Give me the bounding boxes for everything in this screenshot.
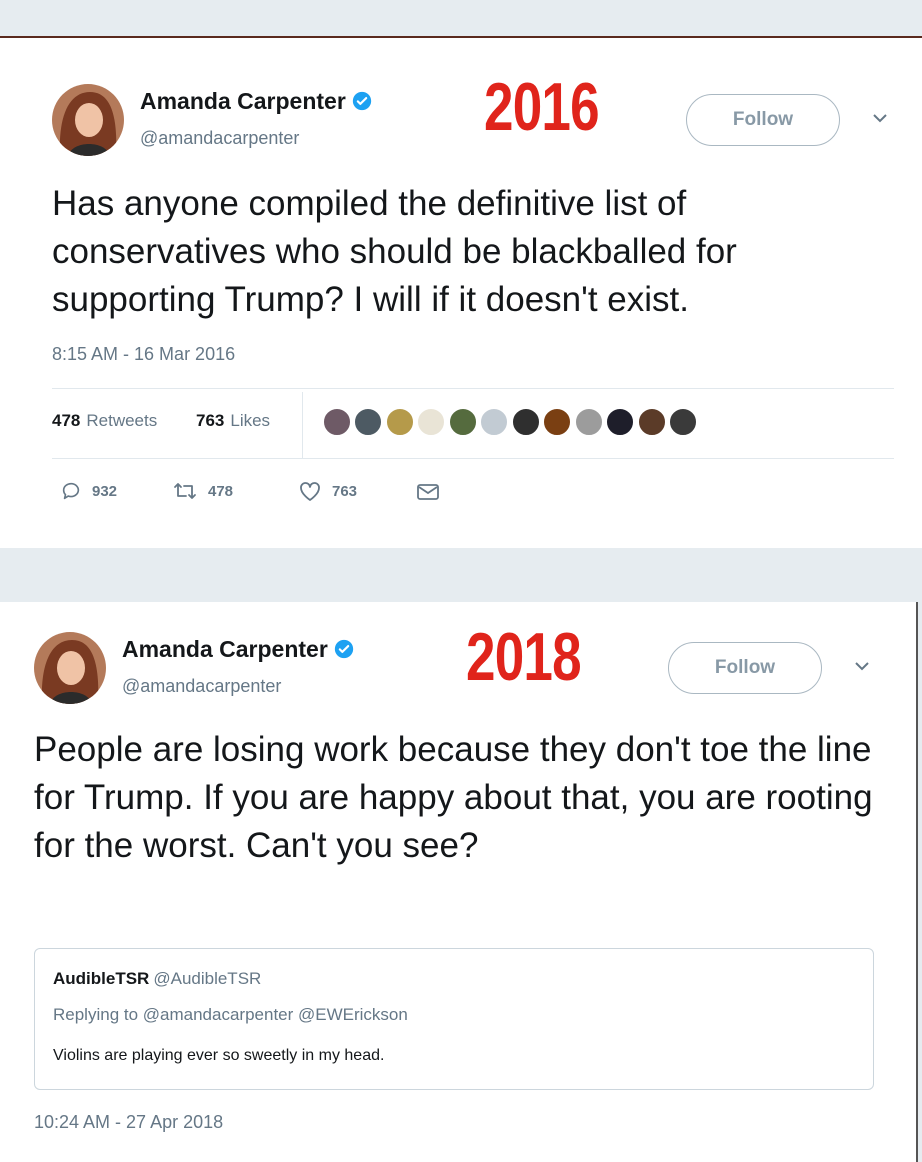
chevron-down-icon[interactable] xyxy=(852,660,872,672)
verified-badge-icon xyxy=(352,91,371,111)
timestamp[interactable]: 8:15 AM - 16 Mar 2016 xyxy=(52,344,235,365)
display-name[interactable]: Amanda Carpenter xyxy=(140,88,372,115)
liker-avatar[interactable] xyxy=(668,407,698,437)
message-icon xyxy=(417,484,439,500)
follow-button[interactable]: Follow xyxy=(686,94,840,146)
likes-stat[interactable]: 763 Likes xyxy=(196,411,270,431)
display-name-text: Amanda Carpenter xyxy=(122,636,328,662)
avatar[interactable] xyxy=(52,84,124,156)
reply-icon xyxy=(62,482,80,500)
divider xyxy=(52,388,894,389)
quoted-tweet[interactable]: AudibleTSR @AudibleTSR Replying to @amand… xyxy=(34,948,874,1090)
display-name-text: Amanda Carpenter xyxy=(140,88,346,114)
display-name[interactable]: Amanda Carpenter xyxy=(122,636,354,663)
liker-avatar[interactable] xyxy=(511,407,541,437)
replying-to: Replying to @amandacarpenter @EWErickson xyxy=(53,1005,408,1024)
liker-avatar[interactable] xyxy=(353,407,383,437)
follow-button[interactable]: Follow xyxy=(668,642,822,694)
quoted-handle: @AudibleTSR xyxy=(153,969,262,988)
tweet-card-2018: Amanda Carpenter @amandacarpenter 2018 F… xyxy=(0,602,918,1162)
quoted-text: Violins are playing ever so sweetly in m… xyxy=(53,1047,385,1064)
chevron-down-icon[interactable] xyxy=(870,112,890,124)
tweet-card-2016: Amanda Carpenter @amandacarpenter 2016 F… xyxy=(0,38,922,548)
year-label: 2016 xyxy=(484,69,600,145)
message-action[interactable] xyxy=(416,482,450,502)
retweets-count: 478 xyxy=(52,411,81,430)
liker-avatar[interactable] xyxy=(574,407,604,437)
divider xyxy=(302,392,303,458)
timestamp[interactable]: 10:24 AM - 27 Apr 2018 xyxy=(34,1112,223,1133)
retweet-count: 478 xyxy=(208,482,234,500)
user-handle[interactable]: @amandacarpenter xyxy=(122,676,281,697)
liker-avatar[interactable] xyxy=(637,407,667,437)
liker-avatar[interactable] xyxy=(479,407,509,437)
quoted-name: AudibleTSR xyxy=(53,969,150,988)
retweets-label: Retweets xyxy=(86,411,158,430)
user-handle[interactable]: @amandacarpenter xyxy=(140,128,299,149)
like-count: 763 xyxy=(332,482,358,500)
retweet-action[interactable]: 478 xyxy=(172,480,233,502)
tweet-text: Has anyone compiled the definitive list … xyxy=(52,184,737,319)
liker-avatar[interactable] xyxy=(605,407,635,437)
reply-count: 932 xyxy=(92,482,118,500)
verified-badge-icon xyxy=(334,639,353,659)
likes-count: 763 xyxy=(196,411,225,430)
liker-avatar[interactable] xyxy=(322,407,352,437)
retweet-icon xyxy=(174,483,196,499)
year-label: 2018 xyxy=(466,619,582,695)
liker-avatar[interactable] xyxy=(542,407,572,437)
separator-band xyxy=(0,548,922,602)
top-gray-bar xyxy=(0,0,922,38)
avatar[interactable] xyxy=(34,632,106,704)
likes-label: Likes xyxy=(230,411,271,430)
retweets-stat[interactable]: 478 Retweets xyxy=(52,411,157,431)
tweet-text: People are losing work because they don'… xyxy=(34,730,873,865)
like-action[interactable]: 763 xyxy=(298,480,357,502)
liker-avatar[interactable] xyxy=(385,407,415,437)
divider xyxy=(52,458,894,459)
liker-avatar[interactable] xyxy=(448,407,478,437)
quoted-user[interactable]: AudibleTSR @AudibleTSR xyxy=(53,969,261,989)
reply-action[interactable]: 932 xyxy=(60,480,117,502)
liker-avatar[interactable] xyxy=(416,407,446,437)
like-icon xyxy=(300,482,320,501)
